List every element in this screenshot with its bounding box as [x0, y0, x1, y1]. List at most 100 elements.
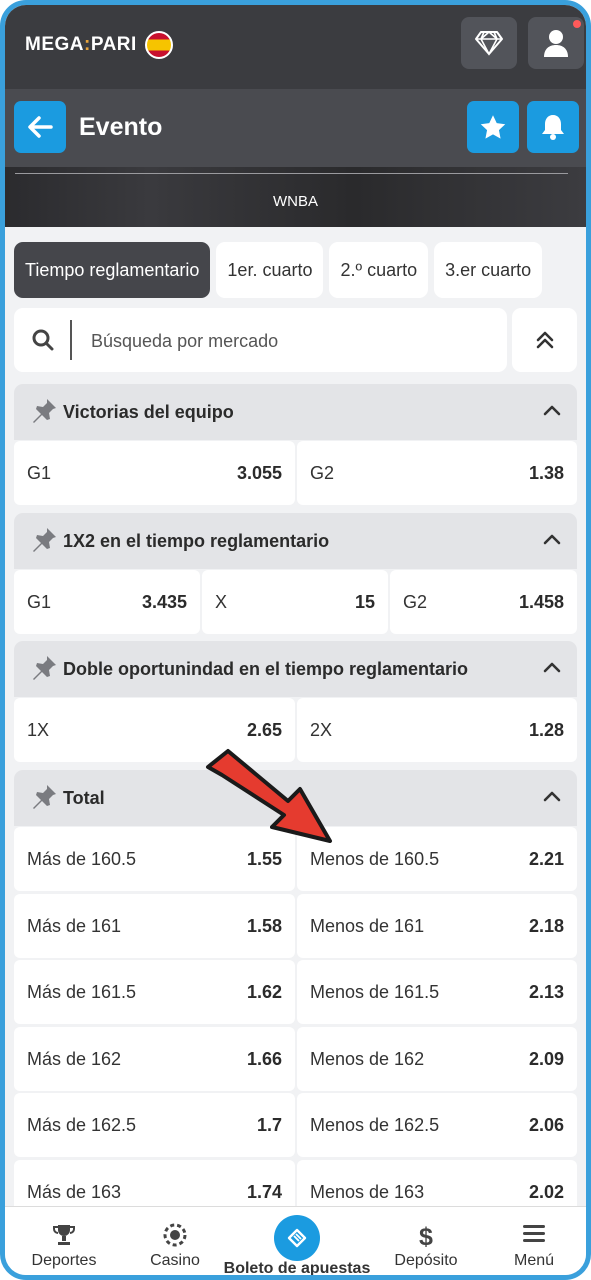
bell-icon: [542, 115, 564, 140]
odd-button[interactable]: Menos de 162.5 2.06: [297, 1093, 577, 1157]
outcome-label: Más de 162: [27, 1049, 122, 1069]
outcome-label: X: [215, 592, 228, 612]
outcome-odd: 3.435: [141, 592, 187, 612]
pin-icon: [33, 656, 56, 680]
tab-1er-cuarto[interactable]: 1er. cuarto: [216, 242, 324, 298]
odd-button[interactable]: Más de 161.5 1.62: [14, 960, 295, 1024]
nav-casino[interactable]: Casino: [123, 1207, 227, 1275]
user-icon: [544, 30, 568, 57]
outcome-odd: 1.62: [246, 982, 282, 1002]
outcome-odd: 2.65: [246, 720, 282, 740]
diamond-icon: [475, 30, 503, 56]
star-icon: [480, 114, 506, 139]
market-title: 1X2 en el tiempo reglamentario: [63, 530, 330, 551]
notifications-button[interactable]: [527, 101, 579, 153]
ticket-icon: [287, 1228, 307, 1248]
market-search-input[interactable]: Búsqueda por mercado: [14, 308, 507, 372]
outcome-odd: 1.28: [528, 720, 564, 740]
outcome-odd: 2.13: [528, 982, 564, 1002]
odd-button[interactable]: Más de 162.5 1.7: [14, 1093, 295, 1157]
search-placeholder: Búsqueda por mercado: [91, 331, 279, 351]
odd-button[interactable]: Más de 160.5 1.55: [14, 827, 295, 891]
nav-menu[interactable]: Menú: [481, 1207, 586, 1275]
odd-button[interactable]: Menos de 160.5 2.21: [297, 827, 577, 891]
odd-button[interactable]: 2X 1.28: [297, 698, 577, 762]
outcome-odd: 2.18: [528, 916, 564, 936]
market-header[interactable]: Victorias del equipo: [14, 384, 577, 440]
market-header[interactable]: 1X2 en el tiempo reglamentario: [14, 513, 577, 569]
outcome-label: Menos de 163: [310, 1182, 425, 1202]
menu-icon: [523, 1225, 545, 1242]
search-icon: [32, 329, 54, 351]
odd-button[interactable]: 1X 2.65: [14, 698, 295, 762]
outcome-odd: 1.58: [246, 916, 282, 936]
megapari-logo[interactable]: MEGA:PARI: [25, 31, 173, 59]
outcome-odd: 1.38: [528, 463, 564, 483]
divider: [15, 173, 568, 174]
outcome-odd: 1.55: [246, 849, 282, 869]
odd-button[interactable]: X 15: [202, 570, 388, 634]
tab-tiempo-reglamentario[interactable]: Tiempo reglamentario: [14, 242, 211, 298]
bottom-navigation: Deportes Casino Boleto de apuestas $ Dep…: [5, 1206, 586, 1277]
pin-icon: [33, 399, 56, 423]
event-bar: Evento: [5, 89, 586, 167]
outcome-odd: 1.7: [256, 1115, 282, 1135]
outcome-label: Más de 161: [27, 916, 122, 936]
odd-button[interactable]: G2 1.38: [297, 441, 577, 505]
odd-button[interactable]: G1 3.055: [14, 441, 295, 505]
tab-3er-cuarto[interactable]: 3.er cuarto: [434, 242, 543, 298]
outcome-label: G1: [27, 592, 52, 612]
nav-deposito[interactable]: $ Depósito: [371, 1207, 481, 1275]
outcome-odd: 1.66: [246, 1049, 282, 1069]
double-chevron-up-icon: [536, 331, 553, 349]
notification-dot: [573, 20, 581, 28]
trophy-icon: [53, 1225, 75, 1245]
outcome-label: Más de 160.5: [27, 849, 137, 869]
top-header: MEGA:PARI: [5, 5, 586, 89]
spain-flag-icon: [144, 31, 173, 59]
market-header[interactable]: Doble oportunindad en el tiempo reglamen…: [14, 641, 577, 697]
vip-diamond-button[interactable]: [461, 17, 517, 69]
odd-button[interactable]: Menos de 161.5 2.13: [297, 960, 577, 1024]
favorite-button[interactable]: [467, 101, 519, 153]
odd-button[interactable]: G2 1.458: [390, 570, 577, 634]
outcome-label: Más de 162.5: [27, 1115, 137, 1135]
odd-button[interactable]: Menos de 162 2.09: [297, 1027, 577, 1091]
league-name: WNBA: [273, 193, 318, 210]
market-title: Total: [63, 787, 105, 808]
odd-button[interactable]: Menos de 161 2.18: [297, 894, 577, 958]
market-header[interactable]: Total: [14, 770, 577, 826]
league-banner: WNBA: [5, 167, 586, 227]
outcome-label: 2X: [310, 720, 333, 740]
casino-chip-icon: [163, 1223, 187, 1247]
outcome-odd: 1.74: [246, 1182, 282, 1202]
collapse-all-button[interactable]: [512, 308, 577, 372]
odd-button[interactable]: Más de 162 1.66: [14, 1027, 295, 1091]
outcome-label: Menos de 160.5: [310, 849, 440, 869]
dollar-icon: $: [419, 1223, 433, 1249]
tab-2o-cuarto[interactable]: 2.º cuarto: [329, 242, 429, 298]
nav-deportes[interactable]: Deportes: [5, 1207, 123, 1275]
outcome-odd: 15: [354, 592, 375, 612]
market-title: Victorias del equipo: [63, 401, 234, 422]
outcome-label: Menos de 162: [310, 1049, 425, 1069]
nav-label: Menú: [513, 1252, 555, 1269]
odd-button[interactable]: Más de 161 1.58: [14, 894, 295, 958]
outcome-label: Menos de 161: [310, 916, 425, 936]
search-divider: [70, 320, 72, 360]
nav-boleto-de-apuestas[interactable]: Boleto de apuestas: [223, 1207, 371, 1277]
outcome-label: G2: [403, 592, 428, 612]
pin-icon: [33, 528, 56, 552]
chevron-up-icon: [543, 662, 561, 673]
nav-label: Boleto de apuestas: [223, 1260, 371, 1277]
app-frame: MEGA:PARI Evento WNBA Tiempo reglamentar…: [0, 0, 591, 1280]
outcome-odd: 2.06: [528, 1115, 564, 1135]
odd-button[interactable]: G1 3.435: [14, 570, 200, 634]
arrow-left-icon: [28, 116, 53, 138]
back-button[interactable]: [14, 101, 66, 153]
outcome-odd: 1.458: [518, 592, 564, 612]
outcome-odd: 3.055: [236, 463, 282, 483]
outcome-label: G2: [310, 463, 335, 483]
page-title: Evento: [79, 113, 163, 141]
profile-button[interactable]: [528, 17, 584, 69]
